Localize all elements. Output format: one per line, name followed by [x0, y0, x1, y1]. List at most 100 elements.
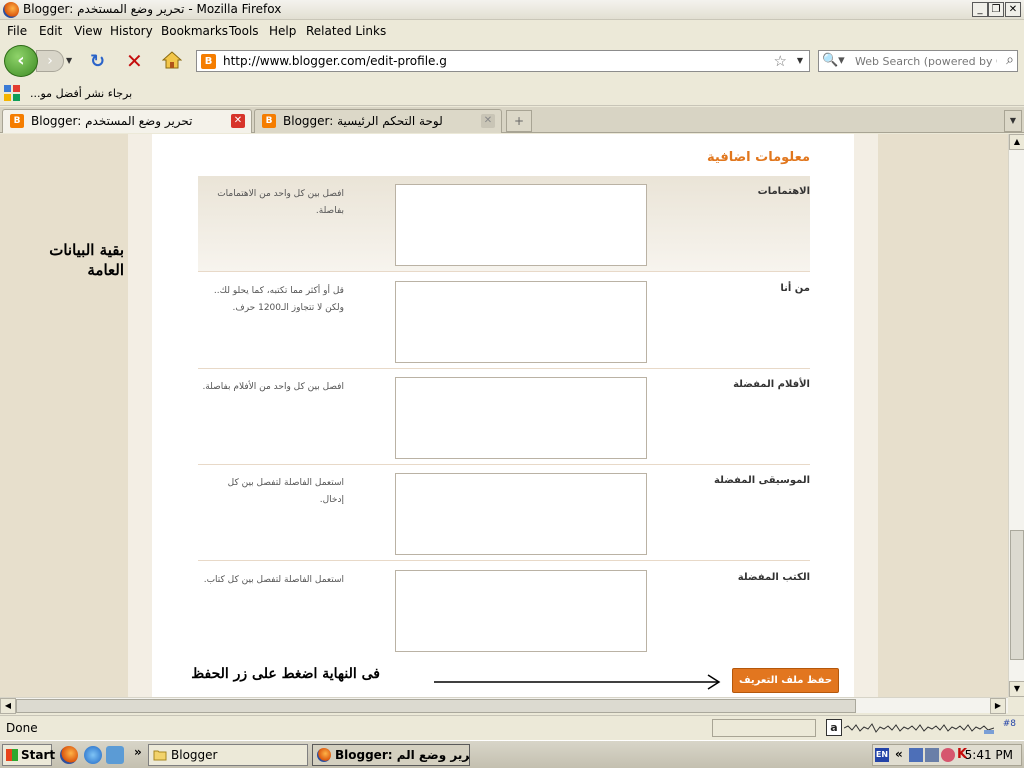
- status-text: Done: [6, 721, 38, 735]
- status-panel: [712, 719, 816, 737]
- stop-button[interactable]: ✕: [126, 49, 143, 73]
- taskbar-item-blogger-folder[interactable]: Blogger: [148, 744, 308, 766]
- interests-textarea[interactable]: [395, 184, 647, 266]
- status-extension: a #8: [826, 719, 1020, 737]
- menu-tools[interactable]: Tools: [229, 24, 259, 38]
- firefox-icon: [3, 2, 19, 18]
- close-tab-icon[interactable]: ✕: [481, 114, 495, 128]
- field-label: الأفلام المفضلة: [733, 379, 810, 390]
- tab-label: Blogger: تحرير وضع المستخدم: [31, 114, 193, 128]
- tab-strip: B Blogger: تحرير وضع المستخدم ✕ B Blogge…: [0, 107, 1024, 133]
- field-hint: استعمل الفاصلة لتفصل بين كل إدخال.: [227, 478, 344, 505]
- firefox-icon: [317, 748, 331, 762]
- field-label: من أنا: [780, 283, 810, 294]
- forward-arrow-icon: ›: [47, 53, 53, 69]
- music-textarea[interactable]: [395, 473, 647, 555]
- status-bar: Done a #8: [0, 715, 1024, 739]
- scroll-up-icon[interactable]: ▲: [1009, 134, 1024, 150]
- forward-button[interactable]: ›: [36, 50, 64, 72]
- menu-bar: File Edit View History Bookmarks Tools H…: [0, 20, 1024, 42]
- form-row-books: الكتب المفضلة استعمل الفاصلة لتفصل بين ك…: [198, 562, 810, 658]
- bookmark-star-icon[interactable]: ☆: [774, 52, 787, 70]
- menu-edit[interactable]: Edit: [39, 24, 62, 38]
- bookmark-item[interactable]: ...برجاء نشر أفضل مو: [30, 87, 132, 100]
- bookmarks-toolbar: ...برجاء نشر أفضل مو: [0, 82, 1024, 106]
- close-window-button[interactable]: ✕: [1005, 2, 1021, 17]
- start-label: Start: [21, 748, 56, 762]
- about-me-textarea[interactable]: [395, 281, 647, 363]
- extension-count: #8: [1002, 719, 1016, 729]
- network-icon[interactable]: [909, 748, 923, 762]
- field-label: الموسيقى المفضلة: [714, 475, 810, 486]
- firefox-quicklaunch-icon[interactable]: [60, 746, 78, 764]
- form-row-interests: الاهتمامات افصل بين كل واحد من الاهتماما…: [198, 176, 810, 272]
- form-row-about-me: من أنا قل أو أكثر مما تكتبه، كما يحلو لك…: [198, 273, 810, 369]
- quicklaunch-more-icon[interactable]: »: [134, 745, 142, 759]
- minimize-button[interactable]: _: [972, 2, 988, 17]
- reload-icon: ↻: [90, 51, 106, 72]
- outlook-quicklaunch-icon[interactable]: [106, 746, 124, 764]
- field-hint: افصل بين كل واحد من الأفلام بفاصلة.: [202, 382, 344, 392]
- field-label: الاهتمامات: [757, 186, 810, 197]
- back-button[interactable]: ‹: [4, 45, 38, 77]
- google-bookmark-icon: [4, 85, 20, 101]
- close-tab-icon[interactable]: ✕: [231, 114, 245, 128]
- restore-button[interactable]: ❐: [988, 2, 1004, 17]
- address-bar[interactable]: B http://www.blogger.com/edit-profile.g …: [196, 50, 810, 72]
- system-tray: EN « K 5:41 PM: [872, 744, 1022, 766]
- field-hint: افصل بين كل واحد من الاهتمامات بفاصلة.: [217, 189, 344, 216]
- navigation-toolbar: › ‹ ▼ ↻ ✕ B http://www.blogger.com/edit-…: [0, 42, 1024, 80]
- new-tab-button[interactable]: +: [506, 110, 532, 132]
- taskbar-item-firefox[interactable]: Blogger: تحرير وضع الم...: [312, 744, 470, 766]
- tab-dashboard[interactable]: B Blogger: لوحة التحكم الرئيسية ✕: [254, 109, 502, 133]
- language-indicator[interactable]: EN: [875, 748, 889, 762]
- search-engine-icon[interactable]: 🔍▾: [822, 53, 845, 68]
- menu-related-links[interactable]: Related Links: [306, 24, 386, 38]
- menu-bookmarks[interactable]: Bookmarks: [161, 24, 228, 38]
- search-bar[interactable]: 🔍▾ Web Search (powered by Google) ⌕: [818, 50, 1018, 72]
- scroll-left-icon[interactable]: ◀: [0, 698, 16, 714]
- url-dropdown-icon[interactable]: ▼: [797, 56, 803, 65]
- scroll-right-icon[interactable]: ▶: [990, 698, 1006, 714]
- reload-button[interactable]: ↻: [90, 51, 105, 72]
- history-dropdown-icon[interactable]: ▼: [66, 56, 72, 65]
- taskbar-item-label: Blogger: تحرير وضع الم...: [335, 748, 470, 762]
- horizontal-scrollbar[interactable]: ◀ ▶: [0, 697, 1008, 714]
- menu-view[interactable]: View: [74, 24, 102, 38]
- tab-list-dropdown-icon[interactable]: ▼: [1004, 110, 1022, 132]
- form-row-music: الموسيقى المفضلة استعمل الفاصلة لتفصل بي…: [198, 465, 810, 561]
- blogger-favicon-icon: B: [201, 54, 216, 69]
- tray-expand-icon[interactable]: «: [895, 747, 903, 761]
- back-arrow-icon: ‹: [17, 50, 25, 71]
- menu-file[interactable]: File: [7, 24, 27, 38]
- menu-history[interactable]: History: [110, 24, 153, 38]
- stop-icon: ✕: [126, 49, 143, 73]
- horizontal-scroll-thumb[interactable]: [16, 699, 856, 713]
- start-button[interactable]: Start: [2, 744, 56, 766]
- form-row-movies: الأفلام المفضلة افصل بين كل واحد من الأف…: [198, 369, 810, 465]
- section-title: معلومات اضافية: [707, 150, 810, 165]
- side-annotation: بقية البيانات العامة: [49, 241, 124, 279]
- save-profile-button[interactable]: حفظ ملف التعريف: [732, 668, 839, 693]
- messenger-icon[interactable]: [941, 748, 955, 762]
- books-textarea[interactable]: [395, 570, 647, 652]
- menu-help[interactable]: Help: [269, 24, 296, 38]
- tab-edit-profile[interactable]: B Blogger: تحرير وضع المستخدم ✕: [2, 109, 252, 133]
- windows-logo-icon: [6, 749, 18, 761]
- folder-icon: [153, 750, 167, 761]
- ie-quicklaunch-icon[interactable]: [84, 746, 102, 764]
- bottom-annotation: فى النهاية اضغط على زر الحفظ: [191, 666, 380, 682]
- home-button[interactable]: [161, 50, 183, 70]
- blogger-tab-icon: B: [10, 114, 24, 128]
- vertical-scrollbar[interactable]: ▲ ▼: [1008, 134, 1024, 697]
- vertical-scroll-thumb[interactable]: [1010, 530, 1024, 660]
- monitor-icon[interactable]: [925, 748, 939, 762]
- field-hint: قل أو أكثر مما تكتبه، كما يحلو لك.. ولكن…: [213, 286, 344, 313]
- search-go-icon[interactable]: ⌕: [1006, 52, 1014, 68]
- movies-textarea[interactable]: [395, 377, 647, 459]
- extension-a-icon[interactable]: a: [826, 719, 842, 736]
- url-text[interactable]: http://www.blogger.com/edit-profile.g: [223, 54, 447, 68]
- blogger-tab-icon: B: [262, 114, 276, 128]
- scroll-down-icon[interactable]: ▼: [1009, 681, 1024, 697]
- search-input[interactable]: Web Search (powered by Google): [855, 55, 997, 68]
